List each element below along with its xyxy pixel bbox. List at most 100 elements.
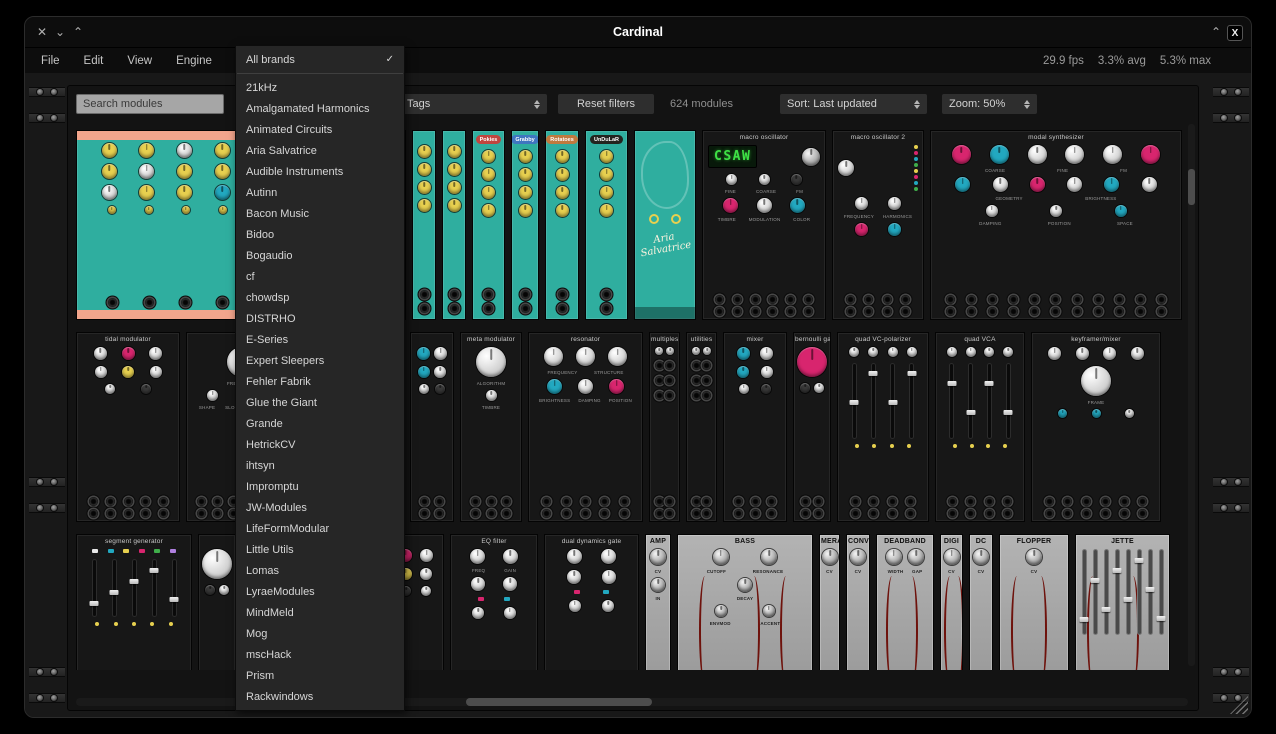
menu-item-engine[interactable]: Engine	[176, 55, 212, 67]
module-undular[interactable]: UnDuLaR	[585, 130, 628, 320]
dropdown-item-rackwindows[interactable]: Rackwindows	[236, 686, 404, 707]
module-mixer[interactable]: mixer	[723, 332, 787, 522]
dropdown-item-little-utils[interactable]: Little Utils	[236, 539, 404, 560]
dropdown-item-grande[interactable]: Grande	[236, 413, 404, 434]
module-dc[interactable]: DCCV	[969, 534, 993, 670]
module-flopper[interactable]: FLOPPERCV	[999, 534, 1069, 670]
dropdown-item-e-series[interactable]: E-Series	[236, 329, 404, 350]
knob	[986, 205, 998, 217]
vertical-scrollbar[interactable]	[1188, 124, 1195, 666]
search-input[interactable]	[76, 94, 224, 114]
module-panel-1-3[interactable]	[442, 130, 466, 320]
module-macro-oscillator-2[interactable]: macro oscillator 2FREQUENCYHARMONICS	[832, 130, 924, 320]
dropdown-item-aria-salvatrice[interactable]: Aria Salvatrice	[236, 140, 404, 161]
vertical-scrollbar-thumb[interactable]	[1188, 169, 1195, 205]
jack	[733, 295, 742, 304]
jack	[562, 497, 571, 506]
module-multiples[interactable]: multiples	[649, 332, 680, 522]
module-segment-generator[interactable]: segment generator	[76, 534, 192, 670]
module-meta-modulator[interactable]: meta modulatorALGORITHMTIMBRE	[460, 332, 522, 522]
rack-rail	[29, 693, 65, 703]
jack	[751, 295, 760, 304]
module-eq-filter[interactable]: EQ filterFREQGAIN	[450, 534, 538, 670]
dropdown-item-mindmeld[interactable]: MindMeld	[236, 602, 404, 623]
screw-icon	[1221, 115, 1227, 121]
dropdown-item-animated-circuits[interactable]: Animated Circuits	[236, 119, 404, 140]
module-digi[interactable]: DIGICV	[940, 534, 963, 670]
pin-icon[interactable]: ⌃	[1207, 17, 1225, 47]
dropdown-item-lyraemodules[interactable]: LyraeModules	[236, 581, 404, 602]
dropdown-item-lifeformmodular[interactable]: LifeFormModular	[236, 518, 404, 539]
module-pokies[interactable]: Pokies	[472, 130, 505, 320]
module-quad-vca[interactable]: quad VCA	[935, 332, 1025, 522]
label-row: FREQUENCYHARMONICS	[835, 214, 921, 219]
module-amp[interactable]: AMPCVIN	[645, 534, 671, 670]
dropdown-item-all-brands[interactable]: All brands✓	[236, 49, 404, 70]
dropdown-item-hetrickcv[interactable]: HetrickCV	[236, 434, 404, 455]
dropdown-item-bogaudio[interactable]: Bogaudio	[236, 245, 404, 266]
jack	[665, 361, 674, 370]
knob	[1048, 347, 1061, 360]
module-modal-synthesizer[interactable]: modal synthesizerCOARSEFINEFMGEOMETRYBRI…	[930, 130, 1182, 320]
dropdown-item-jw-modules[interactable]: JW-Modules	[236, 497, 404, 518]
module-macro-oscillator[interactable]: macro oscillatorCSAWFINECOARSEFMTIMBREMO…	[702, 130, 826, 320]
module-tidal-modulator[interactable]: tidal modulator	[76, 332, 180, 522]
dropdown-item-fehler-fabrik[interactable]: Fehler Fabrik	[236, 371, 404, 392]
module-aria-salvatrice[interactable]: Aria Salvatrice	[634, 130, 696, 320]
dropdown-item-bacon-music[interactable]: Bacon Music	[236, 203, 404, 224]
menu-item-view[interactable]: View	[127, 55, 152, 67]
dropdown-item-cf[interactable]: cf	[236, 266, 404, 287]
module-panel-2-4[interactable]	[410, 332, 454, 522]
jack	[1073, 295, 1082, 304]
module-bass[interactable]: BASSCUTOFFRESONANCEDECAYENVMODACCENT	[677, 534, 813, 670]
module-grabby[interactable]: Grabby	[511, 130, 539, 320]
dropdown-item-mschack[interactable]: mscHack	[236, 644, 404, 665]
jack	[692, 497, 701, 506]
dropdown-item-audible-instruments[interactable]: Audible Instruments	[236, 161, 404, 182]
app-logo-x-icon[interactable]: X	[1227, 25, 1243, 41]
module-jette[interactable]: JETTE	[1075, 534, 1170, 670]
sort-select[interactable]: Sort: Last updated	[780, 94, 927, 114]
horizontal-scrollbar-thumb[interactable]	[466, 698, 652, 706]
jack	[786, 295, 795, 304]
slider	[1090, 550, 1100, 634]
knob	[1076, 347, 1089, 360]
dropdown-item-21khz[interactable]: 21kHz	[236, 77, 404, 98]
module-keyframer-mixer[interactable]: keyframer/mixerFRAME	[1031, 332, 1161, 522]
menu-item-file[interactable]: File	[41, 55, 60, 67]
dropdown-item-prism[interactable]: Prism	[236, 665, 404, 686]
dropdown-item-mog[interactable]: Mog	[236, 623, 404, 644]
zoom-select[interactable]: Zoom: 50%	[942, 94, 1037, 114]
module-utilities[interactable]: utilities	[686, 332, 717, 522]
rack-rail	[1213, 87, 1249, 97]
module-quad-vc-polarizer[interactable]: quad VC-polarizer	[837, 332, 929, 522]
module-conv[interactable]: CONVCV	[846, 534, 870, 670]
module-rotatoes[interactable]: Rotatoes	[545, 130, 579, 320]
reset-filters-button[interactable]: Reset filters	[558, 94, 654, 114]
module-resonator[interactable]: resonatorFREQUENCYSTRUCTUREBRIGHTNESSDAM…	[528, 332, 643, 522]
knob	[94, 347, 107, 360]
dropdown-item-lomas[interactable]: Lomas	[236, 560, 404, 581]
dropdown-item-distrho[interactable]: DISTRHO	[236, 308, 404, 329]
module-dual-dynamics-gate[interactable]: dual dynamics gate	[544, 534, 639, 670]
dropdown-item-glue-the-giant[interactable]: Glue the Giant	[236, 392, 404, 413]
module-deadband[interactable]: DEADBANDWIDTHGAP	[876, 534, 934, 670]
knob	[990, 145, 1009, 164]
jack-row	[706, 295, 822, 304]
dropdown-item-impromptu[interactable]: Impromptu	[236, 476, 404, 497]
module-bernoulli-gate[interactable]: bernoulli gate	[793, 332, 831, 522]
tags-select[interactable]: Tags	[400, 94, 547, 114]
dropdown-item-autinn[interactable]: Autinn	[236, 182, 404, 203]
module-panel-1-2[interactable]	[412, 130, 436, 320]
dropdown-item-expert-sleepers[interactable]: Expert Sleepers	[236, 350, 404, 371]
dropdown-item-chowdsp[interactable]: chowdsp	[236, 287, 404, 308]
menu-item-edit[interactable]: Edit	[84, 55, 104, 67]
knob	[738, 578, 752, 592]
jack-row	[836, 295, 920, 304]
module-panel-3-2[interactable]	[198, 534, 236, 670]
check-icon: ✓	[386, 54, 394, 65]
module-mera[interactable]: MERACV	[819, 534, 840, 670]
dropdown-item-amalgamated-harmonics[interactable]: Amalgamated Harmonics	[236, 98, 404, 119]
dropdown-item-bidoo[interactable]: Bidoo	[236, 224, 404, 245]
dropdown-item-ihtsyn[interactable]: ihtsyn	[236, 455, 404, 476]
